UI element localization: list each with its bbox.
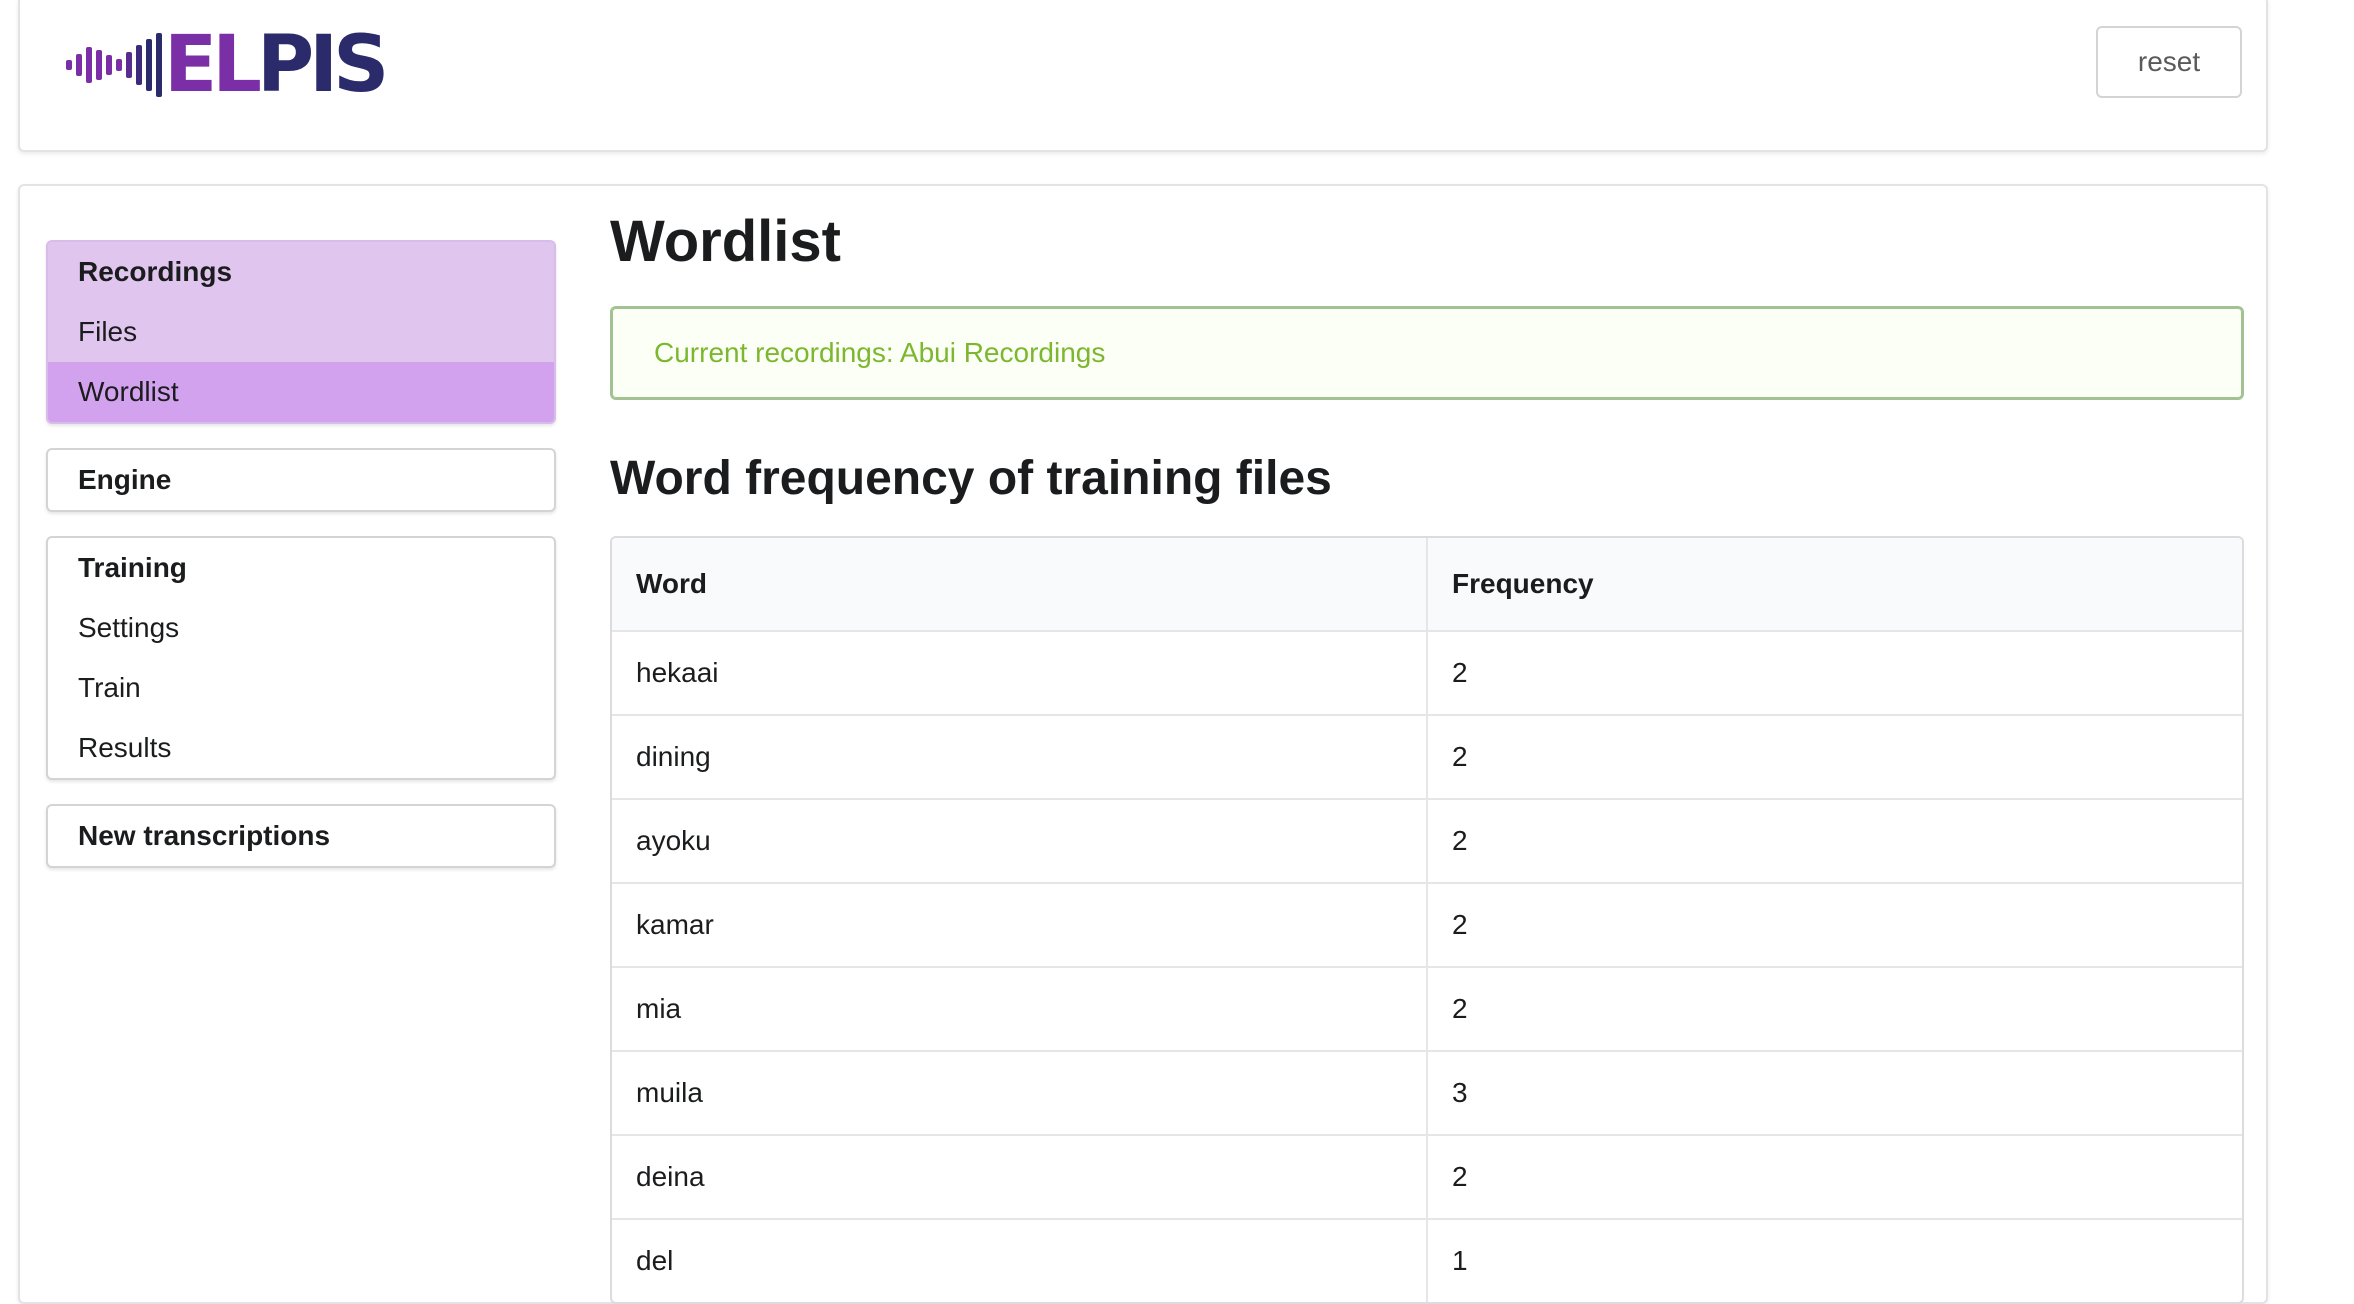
- frequency-cell: 2: [1452, 1161, 1468, 1192]
- frequency-cell: 2: [1452, 657, 1468, 688]
- nav-item-files[interactable]: Files: [48, 302, 554, 362]
- app-header: ELPIS reset: [18, 0, 2268, 152]
- nav-heading-training[interactable]: Training: [48, 538, 554, 598]
- nav-item-results[interactable]: Results: [48, 718, 554, 778]
- column-header-frequency[interactable]: Frequency: [1428, 538, 2242, 630]
- current-recordings-message: Current recordings: Abui Recordings: [610, 306, 2244, 400]
- elpis-logo[interactable]: ELPIS: [66, 20, 389, 110]
- nav-heading-engine[interactable]: Engine: [48, 450, 554, 510]
- word-cell: ayoku: [612, 800, 1428, 882]
- section-title: Word frequency of training files: [610, 452, 1332, 505]
- table-row: hekaai 2: [612, 630, 2242, 714]
- table-row: del 1: [612, 1218, 2242, 1302]
- nav-group-new-transcriptions: New transcriptions: [46, 804, 556, 868]
- nav-heading-new-transcriptions[interactable]: New transcriptions: [48, 806, 554, 866]
- nav-heading-recordings[interactable]: Recordings: [48, 242, 554, 302]
- waveform-icon: [66, 28, 162, 102]
- column-header-word[interactable]: Word: [612, 538, 1428, 630]
- table-row: kamar 2: [612, 882, 2242, 966]
- frequency-cell: 3: [1452, 1077, 1468, 1108]
- frequency-cell: 2: [1452, 993, 1468, 1024]
- word-cell: muila: [612, 1052, 1428, 1134]
- frequency-cell: 1: [1452, 1245, 1468, 1276]
- table-row: mia 2: [612, 966, 2242, 1050]
- table-row: ayoku 2: [612, 798, 2242, 882]
- nav-item-wordlist[interactable]: Wordlist: [48, 362, 554, 422]
- nav-group-recordings: Recordings Files Wordlist: [46, 240, 556, 424]
- reset-button[interactable]: reset: [2096, 26, 2242, 98]
- word-cell: hekaai: [612, 632, 1428, 714]
- word-frequency-table: Word Frequency hekaai 2 dining 2 ayoku 2…: [610, 536, 2244, 1304]
- table-row: deina 2: [612, 1134, 2242, 1218]
- word-cell: dining: [612, 716, 1428, 798]
- word-cell: del: [612, 1220, 1428, 1302]
- table-row: dining 2: [612, 714, 2242, 798]
- page-title: Wordlist: [610, 209, 841, 274]
- frequency-cell: 2: [1452, 909, 1468, 940]
- nav-group-training: Training Settings Train Results: [46, 536, 556, 780]
- word-cell: deina: [612, 1136, 1428, 1218]
- nav-item-train[interactable]: Train: [48, 658, 554, 718]
- word-cell: mia: [612, 968, 1428, 1050]
- nav-item-settings[interactable]: Settings: [48, 598, 554, 658]
- nav-group-engine: Engine: [46, 448, 556, 512]
- table-row: muila 3: [612, 1050, 2242, 1134]
- table-header-row: Word Frequency: [612, 538, 2242, 630]
- frequency-cell: 2: [1452, 741, 1468, 772]
- frequency-cell: 2: [1452, 825, 1468, 856]
- word-cell: kamar: [612, 884, 1428, 966]
- logo-wordmark: ELPIS: [164, 20, 389, 110]
